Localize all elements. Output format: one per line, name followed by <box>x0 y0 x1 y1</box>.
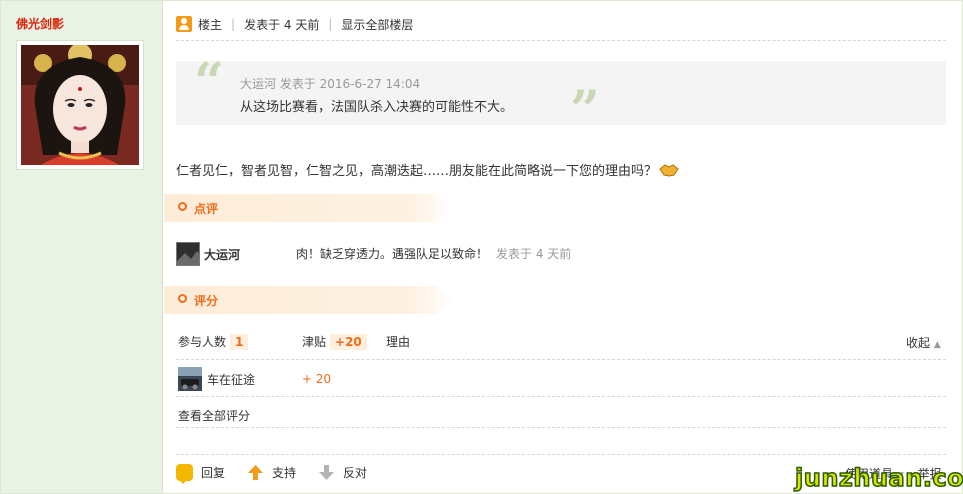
rating-section-header: 评分 <box>164 286 454 314</box>
support-button[interactable]: 支持 <box>247 464 296 481</box>
circle-icon <box>178 294 187 303</box>
reply-label: 回复 <box>201 466 226 480</box>
commenter-avatar[interactable] <box>176 242 200 266</box>
quote-text: 从这场比赛看，法国队杀入决赛的可能性不大。 <box>240 100 514 115</box>
commenter-name-link[interactable]: 大运河 <box>204 246 240 263</box>
oppose-label: 反对 <box>343 466 368 480</box>
allowance-total: +20 <box>330 334 367 350</box>
reason-header: 理由 <box>386 335 411 349</box>
separator: | <box>231 17 236 31</box>
divider <box>176 40 946 41</box>
allowance-header: 津贴 +20 <box>302 333 367 350</box>
view-all-ratings-link[interactable]: 查看全部评分 <box>178 407 250 424</box>
participants-header: 参与人数 1 <box>178 333 249 350</box>
collapse-ratings-link[interactable]: 收起 ▲ <box>906 334 941 351</box>
thumbs-up-arrow-icon <box>248 465 264 480</box>
avatar-portrait-image <box>21 45 139 165</box>
rating-section-title: 评分 <box>194 294 219 308</box>
author-avatar[interactable] <box>16 40 144 170</box>
rater-avatar-image <box>178 367 202 391</box>
divider <box>176 427 946 428</box>
author-name-link[interactable]: 佛光剑影 <box>16 15 64 32</box>
floor-label: 楼主 <box>198 17 223 32</box>
rater-name-link[interactable]: 车在征途 <box>207 371 255 388</box>
quote-close-icon: ” <box>570 80 600 141</box>
reply-button[interactable]: 回复 <box>176 464 226 484</box>
comment-section-title: 点评 <box>194 202 219 216</box>
site-watermark: junzhuan.com <box>794 463 963 493</box>
commenter-avatar-image <box>177 243 199 265</box>
collapse-label: 收起 <box>906 336 931 350</box>
participants-count: 1 <box>230 334 249 350</box>
handshake-icon <box>659 163 679 177</box>
allowance-label: 津贴 <box>302 335 327 349</box>
quote-meta: 大运河 发表于 2016-6-27 14:04 <box>240 77 421 91</box>
quote-open-icon: “ <box>194 52 224 113</box>
post-info-bar: 楼主 | 发表于 4 天前 | 显示全部楼层 <box>176 13 413 35</box>
thumbs-down-arrow-icon <box>319 465 335 480</box>
post-time: 发表于 4 天前 <box>244 17 320 32</box>
comment-text: 肉！缺乏穿透力。遇强队足以致命！ <box>296 247 489 261</box>
divider <box>176 359 946 360</box>
show-all-floors-link[interactable]: 显示全部楼层 <box>341 16 413 33</box>
reply-icon <box>176 464 193 484</box>
post-body-text: 仁者见仁，智者见智，仁智之见，高潮迭起……朋友能在此简略说一下您的理由吗？ <box>176 164 658 179</box>
rater-avatar[interactable] <box>178 367 202 391</box>
comment-time: 发表于 4 天前 <box>496 247 572 261</box>
circle-icon <box>178 202 187 211</box>
rater-score: + 20 <box>302 372 332 386</box>
chevron-up-icon: ▲ <box>933 340 941 350</box>
divider <box>176 396 946 397</box>
support-label: 支持 <box>272 466 297 480</box>
post-actions: 回复 支持 反对 <box>176 464 389 484</box>
divider <box>176 454 946 455</box>
separator: | <box>328 17 333 31</box>
thread-owner-icon <box>176 16 192 32</box>
comment-section-header: 点评 <box>164 194 454 222</box>
participants-label: 参与人数 <box>178 335 227 349</box>
post-body: 仁者见仁，智者见智，仁智之见，高潮迭起……朋友能在此简略说一下您的理由吗？ <box>176 160 679 179</box>
quote-block: “ 大运河 发表于 2016-6-27 14:04 从这场比赛看，法国队杀入决赛… <box>176 57 946 137</box>
oppose-button[interactable]: 反对 <box>318 464 367 481</box>
